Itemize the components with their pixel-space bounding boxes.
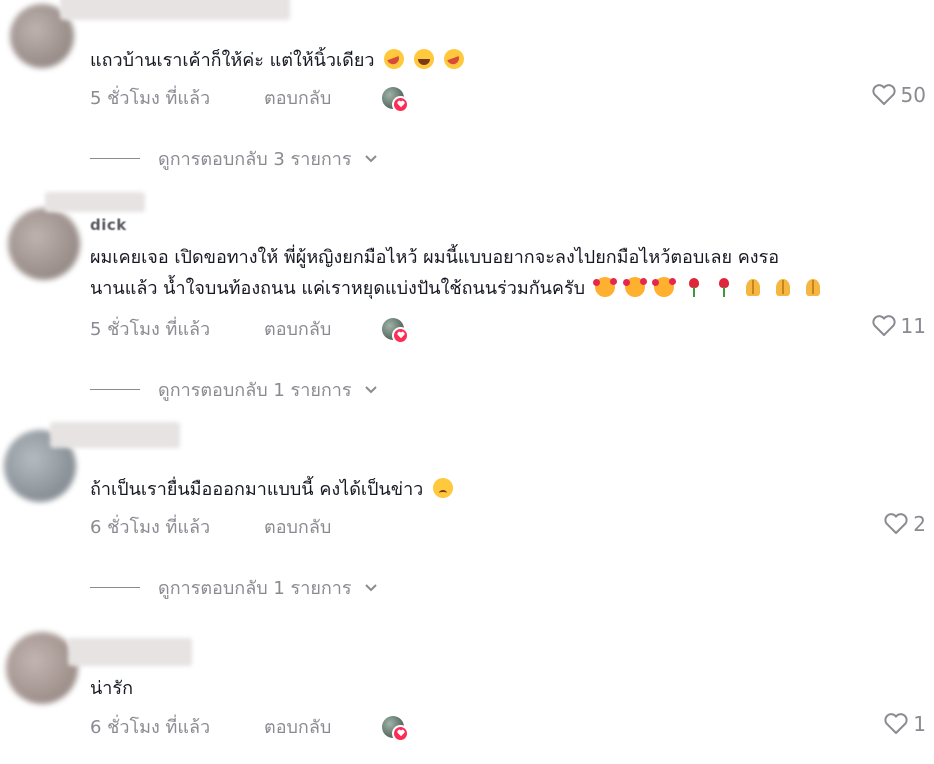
comment-time: 6 ชั่วโมง ที่แล้ว: [90, 517, 211, 538]
view-replies-button[interactable]: ดูการตอบกลับ 1 รายการ: [90, 573, 378, 602]
folded-hands-icon: [803, 277, 823, 297]
like-count: 11: [900, 314, 926, 338]
joy-icon: [413, 49, 434, 69]
comment-meta: 5 ชั่วโมง ที่แล้ว ตอบกลับ: [90, 314, 409, 344]
rose-icon: [714, 277, 734, 297]
heart-outline-icon: [884, 713, 908, 734]
folded-hands-icon: [773, 277, 793, 297]
comment-time: 6 ชั่วโมง ที่แล้ว: [90, 717, 211, 738]
disappointed-face-icon: [433, 478, 454, 498]
username-redacted: [68, 638, 192, 666]
replies-divider: [90, 587, 140, 588]
comment-meta: 6 ชั่วโมง ที่แล้ว ตอบกลับ: [90, 712, 409, 742]
username-redacted: [50, 422, 180, 448]
smiling-face-with-hearts-icon: [622, 277, 647, 297]
view-replies-button[interactable]: ดูการตอบกลับ 1 รายการ: [90, 375, 378, 404]
folded-hands-icon: [743, 277, 763, 297]
comment-text: ถ้าเป็นเรายื่นมือออกมาแบบนี้ คงได้เป็นข่…: [90, 474, 914, 505]
like-button[interactable]: 11: [871, 314, 926, 338]
avatar[interactable]: [8, 208, 80, 280]
username-redacted: [45, 192, 145, 212]
comment-username[interactable]: dick: [90, 216, 127, 234]
like-button[interactable]: 1: [883, 712, 926, 736]
creator-liked-avatar: [382, 86, 409, 113]
comment-text: ผมเคยเจอ เปิดขอทางให้ พี่ผู้หญิงยกมือไหว…: [90, 242, 914, 304]
comment-text-content: ถ้าเป็นเรายื่นมือออกมาแบบนี้ คงได้เป็นข่…: [90, 479, 424, 500]
smiling-face-with-hearts-icon: [592, 277, 617, 297]
heart-outline-icon: [871, 315, 896, 336]
like-count: 1: [913, 712, 926, 736]
like-count: 50: [900, 83, 926, 107]
chevron-down-icon: [364, 154, 377, 162]
reply-button[interactable]: ตอบกลับ: [264, 512, 382, 541]
creator-liked-avatar: [382, 715, 409, 742]
comment-text: น่ารัก: [90, 673, 914, 704]
comment-text-content: แถวบ้านเราเค้าก็ให้ค่ะ แต่ให้นิ้วเดียว: [90, 50, 375, 71]
view-replies-label: ดูการตอบกลับ 1 รายการ: [158, 380, 352, 401]
smiling-face-with-hearts-icon: [652, 277, 677, 297]
replies-divider: [90, 389, 140, 390]
view-replies-label: ดูการตอบกลับ 1 รายการ: [158, 578, 352, 599]
comment-text-line-2: นานแล้ว น้ำใจบนท้องถนน แค่เราหยุดแบ่งปัน…: [90, 273, 914, 304]
comment-meta: 6 ชั่วโมง ที่แล้ว ตอบกลับ: [90, 512, 382, 541]
like-button[interactable]: 50: [871, 83, 926, 107]
comment-text-line: ผมเคยเจอ เปิดขอทางให้ พี่ผู้หญิงยกมือไหว…: [90, 247, 780, 268]
replies-divider: [90, 158, 140, 159]
rofl-icon: [443, 49, 464, 69]
reply-button[interactable]: ตอบกลับ: [264, 314, 382, 343]
comment-time: 5 ชั่วโมง ที่แล้ว: [90, 88, 211, 109]
rofl-icon: [384, 49, 405, 69]
reply-button[interactable]: ตอบกลับ: [264, 712, 382, 741]
heart-outline-icon: [871, 84, 896, 105]
username-redacted: [60, 0, 290, 20]
comment-text-content: น่ารัก: [90, 678, 133, 699]
view-replies-button[interactable]: ดูการตอบกลับ 3 รายการ: [90, 144, 378, 173]
heart-badge-icon: [392, 326, 409, 344]
comment-text: แถวบ้านเราเค้าก็ให้ค่ะ แต่ให้นิ้วเดียว: [90, 45, 914, 76]
comment-text-content: นานแล้ว น้ำใจบนท้องถนน แค่เราหยุดแบ่งปัน…: [90, 278, 586, 299]
chevron-down-icon: [364, 385, 377, 393]
comment-meta: 5 ชั่วโมง ที่แล้ว ตอบกลับ: [90, 83, 409, 113]
like-button[interactable]: 2: [883, 512, 926, 536]
reply-button[interactable]: ตอบกลับ: [264, 83, 382, 112]
heart-badge-icon: [392, 95, 409, 113]
heart-badge-icon: [392, 724, 409, 742]
heart-outline-icon: [884, 513, 908, 534]
comment-time: 5 ชั่วโมง ที่แล้ว: [90, 319, 211, 340]
rose-icon: [684, 277, 704, 297]
view-replies-label: ดูการตอบกลับ 3 รายการ: [158, 149, 352, 170]
creator-liked-avatar: [382, 317, 409, 344]
chevron-down-icon: [364, 583, 377, 591]
like-count: 2: [913, 512, 926, 536]
